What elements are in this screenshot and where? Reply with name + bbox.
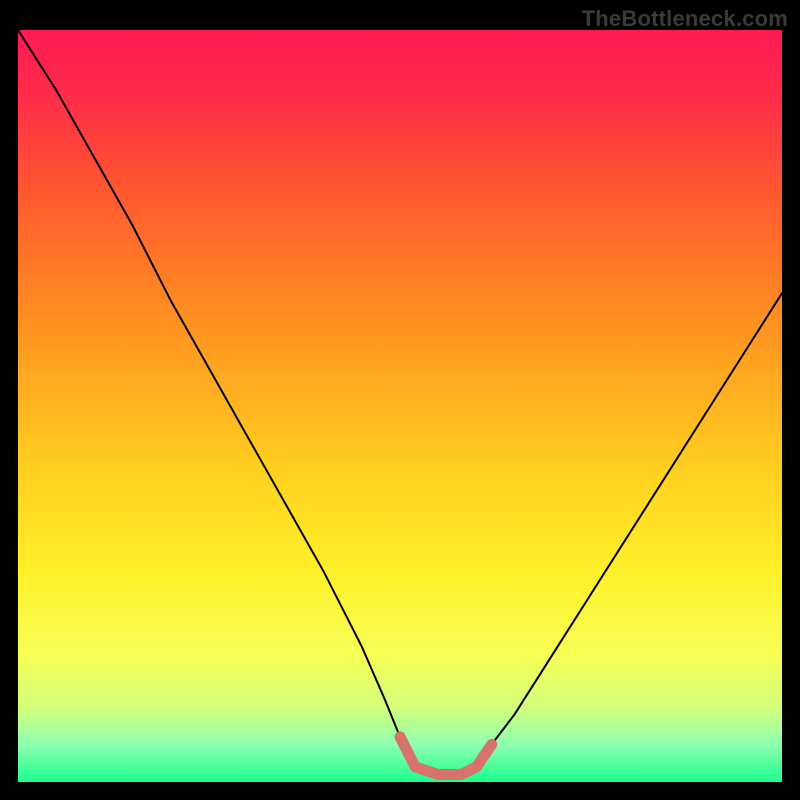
chart-frame: TheBottleneck.com (0, 0, 800, 800)
watermark-text: TheBottleneck.com (582, 6, 788, 32)
gradient-background (18, 30, 782, 782)
plot-area (18, 30, 782, 782)
bottleneck-chart (18, 30, 782, 782)
